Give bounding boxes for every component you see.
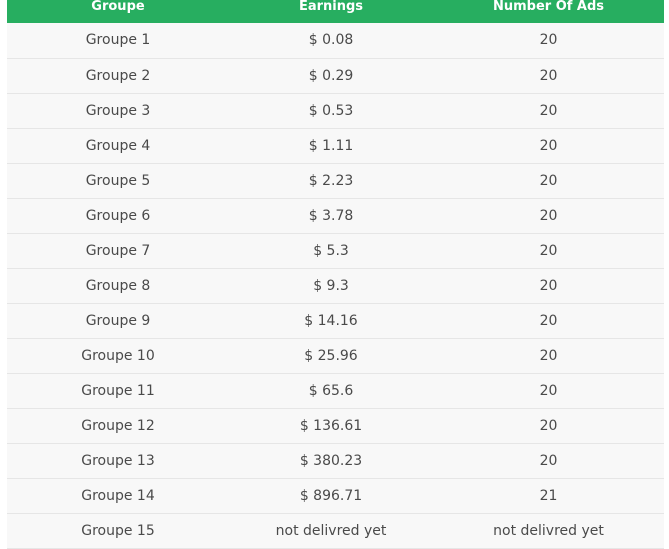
cell-groupe: Groupe 11 xyxy=(81,382,155,399)
cell-groupe: Groupe 3 xyxy=(85,102,151,119)
header-groupe: Groupe xyxy=(91,0,145,14)
table-row: Groupe 15 not delivred yet not delivred ye… xyxy=(7,513,664,548)
cell-number-of-ads: 20 xyxy=(539,382,558,399)
cell-groupe: Groupe 2 xyxy=(85,67,151,84)
table-row: Groupe 4 $ 1.11 20 xyxy=(7,128,664,163)
cell-groupe: Groupe 7 xyxy=(85,242,151,259)
cell-earnings: not delivred yet xyxy=(275,522,387,539)
cell-number-of-ads: 20 xyxy=(539,242,558,259)
cell-groupe: Groupe 13 xyxy=(81,452,155,469)
cell-number-of-ads: 20 xyxy=(539,347,558,364)
table-row: Groupe 13 $ 380.23 20 xyxy=(7,443,664,478)
cell-earnings: $ 1.11 xyxy=(308,137,354,154)
cell-number-of-ads: 20 xyxy=(539,137,558,154)
table-row: Groupe 9 $ 14.16 20 xyxy=(7,303,664,338)
cell-earnings: $ 65.6 xyxy=(308,382,354,399)
earnings-table-container: Groupe Earnings Number Of Ads Groupe 1 $ … xyxy=(7,0,664,549)
table-row: Groupe 2 $ 0.29 20 xyxy=(7,58,664,93)
cell-earnings: $ 3.78 xyxy=(308,207,354,224)
header-earnings: Earnings xyxy=(298,0,364,14)
cell-earnings: $ 380.23 xyxy=(299,452,363,469)
cell-number-of-ads: 20 xyxy=(539,312,558,329)
cell-number-of-ads: 20 xyxy=(539,452,558,469)
cell-earnings: $ 2.23 xyxy=(308,172,354,189)
cell-earnings: $ 5.3 xyxy=(313,242,349,259)
cell-number-of-ads: 20 xyxy=(539,277,558,294)
cell-groupe: Groupe 8 xyxy=(85,277,151,294)
cell-earnings: $ 25.96 xyxy=(304,347,358,364)
table-row: Groupe 3 $ 0.53 20 xyxy=(7,93,664,128)
cell-groupe: Groupe 4 xyxy=(85,137,151,154)
table-row: Groupe 6 $ 3.78 20 xyxy=(7,198,664,233)
cell-number-of-ads: 21 xyxy=(539,487,558,504)
cell-number-of-ads: 20 xyxy=(539,67,558,84)
cell-groupe: Groupe 12 xyxy=(81,417,155,434)
cell-groupe: Groupe 15 xyxy=(81,522,155,539)
table-row: Groupe 10 $ 25.96 20 xyxy=(7,338,664,373)
cell-earnings: $ 0.53 xyxy=(308,102,354,119)
cell-groupe: Groupe 1 xyxy=(85,32,151,49)
table-row: Groupe 1 $ 0.08 20 xyxy=(7,23,664,58)
cell-earnings: $ 896.71 xyxy=(299,487,363,504)
cell-earnings: $ 136.61 xyxy=(299,417,363,434)
cell-number-of-ads: 20 xyxy=(539,207,558,224)
cell-groupe: Groupe 5 xyxy=(85,172,151,189)
cell-groupe: Groupe 14 xyxy=(81,487,155,504)
table-header: Groupe Earnings Number Of Ads xyxy=(7,0,664,23)
table-row: Groupe 12 $ 136.61 20 xyxy=(7,408,664,443)
table-row: Groupe 7 $ 5.3 20 xyxy=(7,233,664,268)
cell-earnings: $ 0.08 xyxy=(308,32,354,49)
cell-groupe: Groupe 6 xyxy=(85,207,151,224)
cell-number-of-ads: 20 xyxy=(539,32,558,49)
earnings-table: Groupe Earnings Number Of Ads Groupe 1 $ … xyxy=(7,0,664,549)
header-row: Groupe Earnings Number Of Ads xyxy=(7,0,664,23)
cell-number-of-ads: 20 xyxy=(539,102,558,119)
header-number-of-ads: Number Of Ads xyxy=(492,0,605,14)
table-row: Groupe 11 $ 65.6 20 xyxy=(7,373,664,408)
cell-groupe: Groupe 9 xyxy=(85,312,151,329)
cell-number-of-ads: 20 xyxy=(539,417,558,434)
table-row: Groupe 5 $ 2.23 20 xyxy=(7,163,664,198)
cell-earnings: $ 0.29 xyxy=(308,67,354,84)
table-row: Groupe 8 $ 9.3 20 xyxy=(7,268,664,303)
cell-earnings: $ 9.3 xyxy=(313,277,349,294)
cell-number-of-ads: 20 xyxy=(539,172,558,189)
table-row: Groupe 14 $ 896.71 21 xyxy=(7,478,664,513)
cell-groupe: Groupe 10 xyxy=(81,347,155,364)
cell-earnings: $ 14.16 xyxy=(304,312,358,329)
table-body: Groupe 1 $ 0.08 20 Groupe 2 $ 0.29 20 Groupe 3… xyxy=(7,23,664,548)
cell-number-of-ads: not delivred yet xyxy=(493,522,604,539)
